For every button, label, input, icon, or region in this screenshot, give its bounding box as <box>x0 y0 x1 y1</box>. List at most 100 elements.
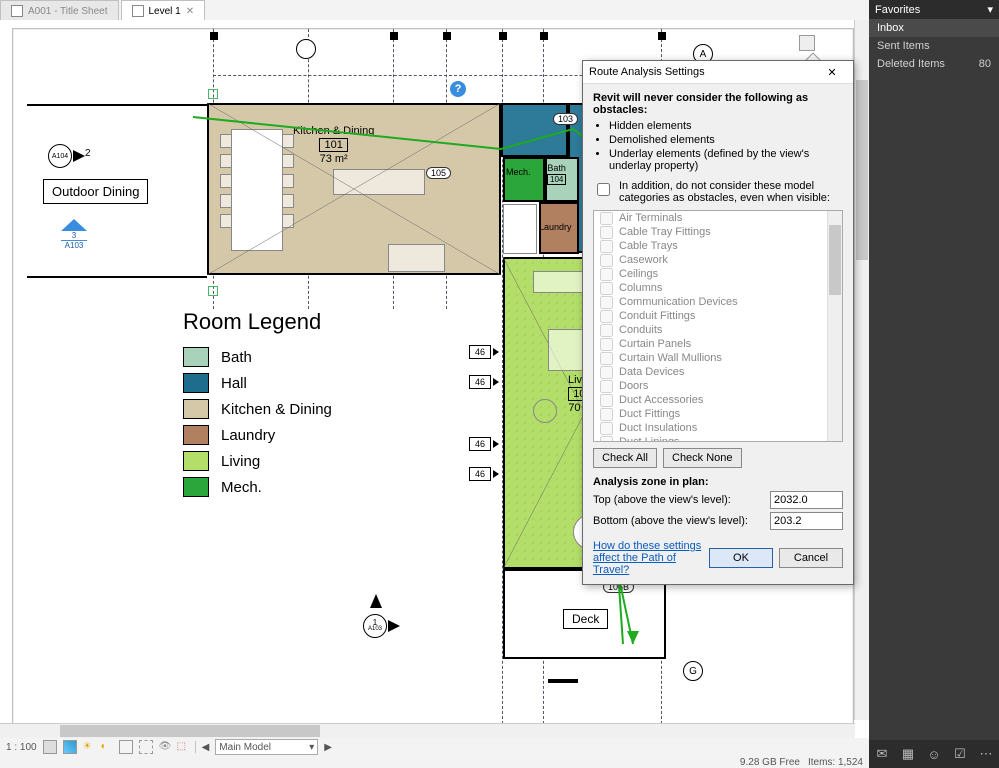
shadows-icon[interactable]: ◐ <box>101 741 113 753</box>
room-corridor[interactable] <box>501 103 568 157</box>
elev-marker[interactable]: 46 <box>469 467 499 481</box>
category-checkbox[interactable] <box>600 380 613 393</box>
category-checkbox[interactable] <box>600 310 613 323</box>
deck-label: Deck <box>563 609 608 629</box>
legend-label: Mech. <box>221 479 262 496</box>
side-table <box>533 399 557 423</box>
dialog-titlebar[interactable]: Route Analysis Settings ✕ <box>583 61 853 84</box>
category-checkbox[interactable] <box>600 296 613 309</box>
tab-level1[interactable]: Level 1✕ <box>121 0 206 20</box>
category-checkbox[interactable] <box>600 422 613 435</box>
ck-input[interactable] <box>597 183 610 196</box>
ok-button[interactable]: OK <box>709 548 773 568</box>
category-row[interactable]: Doors <box>594 379 828 393</box>
left-nav-icon[interactable]: ◀ <box>202 742 210 753</box>
category-label: Curtain Panels <box>619 338 691 350</box>
category-row[interactable]: Casework <box>594 253 828 267</box>
category-row[interactable]: Communication Devices <box>594 295 828 309</box>
grid-drag[interactable] <box>208 89 218 99</box>
detail-level-icon[interactable] <box>43 740 57 754</box>
chevron-down-icon[interactable]: ▾ <box>987 3 993 16</box>
category-row[interactable]: Duct Accessories <box>594 393 828 407</box>
category-checkbox[interactable] <box>600 240 613 253</box>
az-bottom-input[interactable] <box>770 512 843 530</box>
category-checkbox[interactable] <box>600 324 613 337</box>
deleted-item[interactable]: Deleted Items80 <box>869 55 999 73</box>
category-row[interactable]: Conduits <box>594 323 828 337</box>
hide-icon[interactable]: 👁 <box>159 741 171 753</box>
sent-item[interactable]: Sent Items <box>869 37 999 55</box>
crop-icon[interactable] <box>119 740 133 754</box>
category-checkbox[interactable] <box>600 394 613 407</box>
list-scrollbar[interactable] <box>827 211 842 441</box>
home-icon[interactable] <box>799 35 815 51</box>
category-row[interactable]: Conduit Fittings <box>594 309 828 323</box>
help-link[interactable]: How do these settings affect the Path of… <box>593 540 709 576</box>
category-row[interactable]: Cable Tray Fittings <box>594 225 828 239</box>
category-row[interactable]: Columns <box>594 281 828 295</box>
level-tag[interactable]: 3 A103 <box>61 219 87 250</box>
az-top-input[interactable] <box>770 491 843 509</box>
favorites-header[interactable]: Favorites ▾ <box>869 0 999 19</box>
category-checkbox[interactable] <box>600 212 613 225</box>
obstacle-list: Hidden elements Demolished elements Unde… <box>593 120 843 172</box>
door-tag[interactable]: 103 <box>553 113 578 125</box>
check-none-button[interactable]: Check None <box>663 448 742 468</box>
elev-marker[interactable]: 46 <box>469 345 499 359</box>
visual-style-icon[interactable] <box>63 740 77 754</box>
h-scrollbar[interactable] <box>0 723 855 738</box>
category-row[interactable]: Duct Insulations <box>594 421 828 435</box>
reveal-icon[interactable]: ⬚ <box>177 741 189 753</box>
grid-drag[interactable] <box>208 286 218 296</box>
grid-bubble-g[interactable]: G <box>683 661 703 681</box>
v-scrollbar[interactable] <box>854 20 869 720</box>
cancel-button[interactable]: Cancel <box>779 548 843 568</box>
category-checkbox[interactable] <box>600 268 613 281</box>
door-tag[interactable]: 105 <box>426 167 451 179</box>
close-tab-icon[interactable]: ✕ <box>186 6 194 17</box>
elev-marker[interactable]: 46 <box>469 375 499 389</box>
section-bubble[interactable]: A104 <box>48 144 72 168</box>
category-checkbox[interactable] <box>600 338 613 351</box>
dialog-close-icon[interactable]: ✕ <box>817 62 847 82</box>
category-row[interactable]: Ceilings <box>594 267 828 281</box>
items-label: Items: <box>808 757 835 768</box>
right-nav-icon[interactable]: ▶ <box>324 742 332 753</box>
crop-region-icon[interactable] <box>139 740 153 754</box>
category-checkbox[interactable] <box>600 254 613 267</box>
people-icon[interactable]: ☺ <box>926 746 942 762</box>
tasks-icon[interactable]: ☑ <box>952 746 968 762</box>
check-all-button[interactable]: Check All <box>593 448 657 468</box>
category-checkbox[interactable] <box>600 366 613 379</box>
calendar-icon[interactable]: ▦ <box>900 746 916 762</box>
worksharing-dropdown[interactable]: Main Model▾ <box>215 739 318 755</box>
additional-checkbox[interactable]: In addition, do not consider these model… <box>593 180 843 204</box>
category-list[interactable]: Air TerminalsCable Tray FittingsCable Tr… <box>593 210 843 442</box>
help-marker[interactable]: ? <box>450 81 466 97</box>
category-checkbox[interactable] <box>600 352 613 365</box>
sun-path-icon[interactable]: ☀ <box>83 741 95 753</box>
bullet: Hidden elements <box>609 120 843 132</box>
category-checkbox[interactable] <box>600 436 613 442</box>
scale-readout[interactable]: 1 : 100 <box>6 742 37 753</box>
category-row[interactable]: Duct Linings <box>594 435 828 441</box>
category-row[interactable]: Data Devices <box>594 365 828 379</box>
category-row[interactable]: Curtain Wall Mullions <box>594 351 828 365</box>
section-bubble-south[interactable]: 1 A103 <box>363 614 387 638</box>
category-row[interactable]: Air Terminals <box>594 211 828 225</box>
elev-marker[interactable]: 46 <box>469 437 499 451</box>
category-row[interactable]: Duct Fittings <box>594 407 828 421</box>
chair <box>220 194 232 208</box>
category-row[interactable]: Curtain Panels <box>594 337 828 351</box>
category-checkbox[interactable] <box>600 226 613 239</box>
inbox-item[interactable]: Inbox <box>869 19 999 37</box>
mail-icon[interactable]: ✉ <box>874 746 890 762</box>
category-checkbox[interactable] <box>600 282 613 295</box>
category-checkbox[interactable] <box>600 408 613 421</box>
room-mech[interactable] <box>503 157 545 202</box>
category-row[interactable]: Cable Trays <box>594 239 828 253</box>
more-icon[interactable]: ⋯ <box>978 746 994 762</box>
grid-bubble[interactable] <box>296 39 316 59</box>
tab-title-sheet[interactable]: A001 - Title Sheet <box>0 0 119 20</box>
grid-pin <box>499 32 507 40</box>
